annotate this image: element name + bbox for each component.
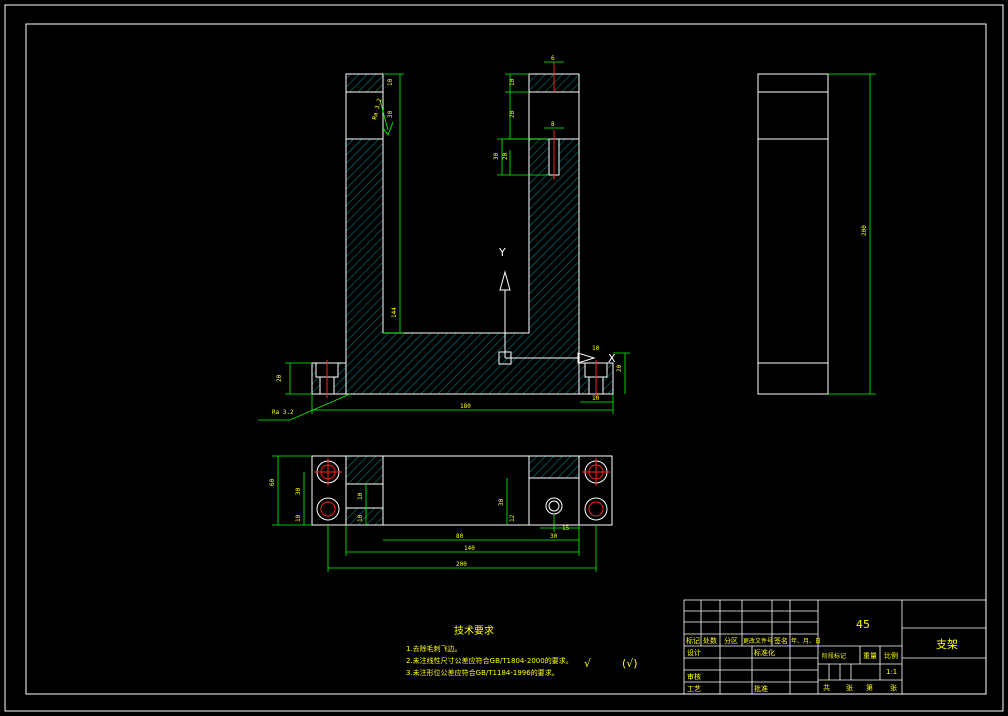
svg-text:第: 第 <box>866 683 873 692</box>
svg-text:200: 200 <box>456 561 467 568</box>
front-view-body <box>345 138 580 395</box>
side-view <box>757 73 829 395</box>
svg-text:30: 30 <box>295 487 302 495</box>
cad-drawing: Y X 180 144 20 10 20 10 10 20 30 20 6 8 … <box>4 4 1004 712</box>
svg-text:30: 30 <box>387 110 394 118</box>
svg-text:6: 6 <box>551 55 555 62</box>
svg-text:更改文件号: 更改文件号 <box>743 637 773 645</box>
svg-text:8: 8 <box>551 121 555 128</box>
roughness-symbol-paren: (√) <box>622 657 638 670</box>
svg-text:20: 20 <box>509 110 516 118</box>
svg-text:阶段标记: 阶段标记 <box>822 652 846 660</box>
svg-text:Ra 3.2: Ra 3.2 <box>371 97 383 120</box>
svg-text:10: 10 <box>592 345 600 352</box>
svg-text:20: 20 <box>276 374 283 382</box>
note-line-1: 1.去除毛刺飞边。 <box>406 644 462 653</box>
svg-text:设计: 设计 <box>687 648 701 657</box>
top-view-dim-text: 60 30 10 10 10 30 12 15 80 30 140 200 <box>269 478 570 568</box>
roughness-symbol: √ <box>584 657 592 670</box>
note-line-2: 2.未注线性尺寸公差应符合GB/T1804-2000的要求。 <box>406 656 573 665</box>
left-cap <box>345 73 384 93</box>
svg-text:工艺: 工艺 <box>687 685 701 693</box>
svg-text:年、月、日: 年、月、日 <box>791 637 821 645</box>
front-view: Y X <box>311 62 616 398</box>
svg-text:180: 180 <box>460 403 471 410</box>
svg-text:签名: 签名 <box>774 636 788 645</box>
svg-text:比例: 比例 <box>884 651 898 660</box>
svg-text:30: 30 <box>493 152 500 160</box>
svg-text:80: 80 <box>456 533 464 540</box>
svg-text:10: 10 <box>592 395 600 402</box>
svg-text:20: 20 <box>502 152 509 160</box>
svg-text:144: 144 <box>391 307 398 318</box>
technical-notes: 技术要求 1.去除毛刺飞边。 2.未注线性尺寸公差应符合GB/T1804-200… <box>406 624 573 677</box>
svg-text:140: 140 <box>464 545 475 552</box>
svg-text:处数: 处数 <box>703 636 717 645</box>
svg-text:10: 10 <box>357 492 364 500</box>
svg-text:12: 12 <box>509 514 516 522</box>
svg-text:标准化: 标准化 <box>754 648 775 657</box>
side-view-dimensions <box>828 73 876 395</box>
svg-text:15: 15 <box>562 525 570 532</box>
svg-text:分区: 分区 <box>724 636 738 645</box>
note-line-3: 3.未注形位公差应符合GB/T1184-1996的要求。 <box>406 668 559 677</box>
svg-text:10: 10 <box>387 78 394 86</box>
svg-text:张: 张 <box>890 683 897 692</box>
material: 45 <box>856 618 870 631</box>
svg-text:10: 10 <box>509 78 516 86</box>
svg-text:10: 10 <box>295 514 302 522</box>
axis-x-label: X <box>608 352 616 365</box>
svg-text:张: 张 <box>846 683 853 692</box>
svg-text:标记: 标记 <box>686 636 700 645</box>
svg-text:重量: 重量 <box>863 652 877 660</box>
notes-title: 技术要求 <box>454 624 494 637</box>
svg-text:10: 10 <box>357 514 364 522</box>
part-name: 支架 <box>936 638 958 651</box>
svg-text:60: 60 <box>269 478 276 486</box>
side-view-height: 200 <box>861 225 868 236</box>
svg-text:共: 共 <box>823 683 830 692</box>
top-view <box>311 455 613 526</box>
axis-y-label: Y <box>498 246 506 259</box>
scale: 1:1 <box>886 668 897 676</box>
svg-text:30: 30 <box>550 533 558 540</box>
svg-text:20: 20 <box>616 364 623 372</box>
svg-text:审核: 审核 <box>687 672 701 681</box>
svg-text:批准: 批准 <box>754 684 768 693</box>
svg-text:Ra 3.2: Ra 3.2 <box>272 409 294 416</box>
svg-text:30: 30 <box>498 498 505 506</box>
